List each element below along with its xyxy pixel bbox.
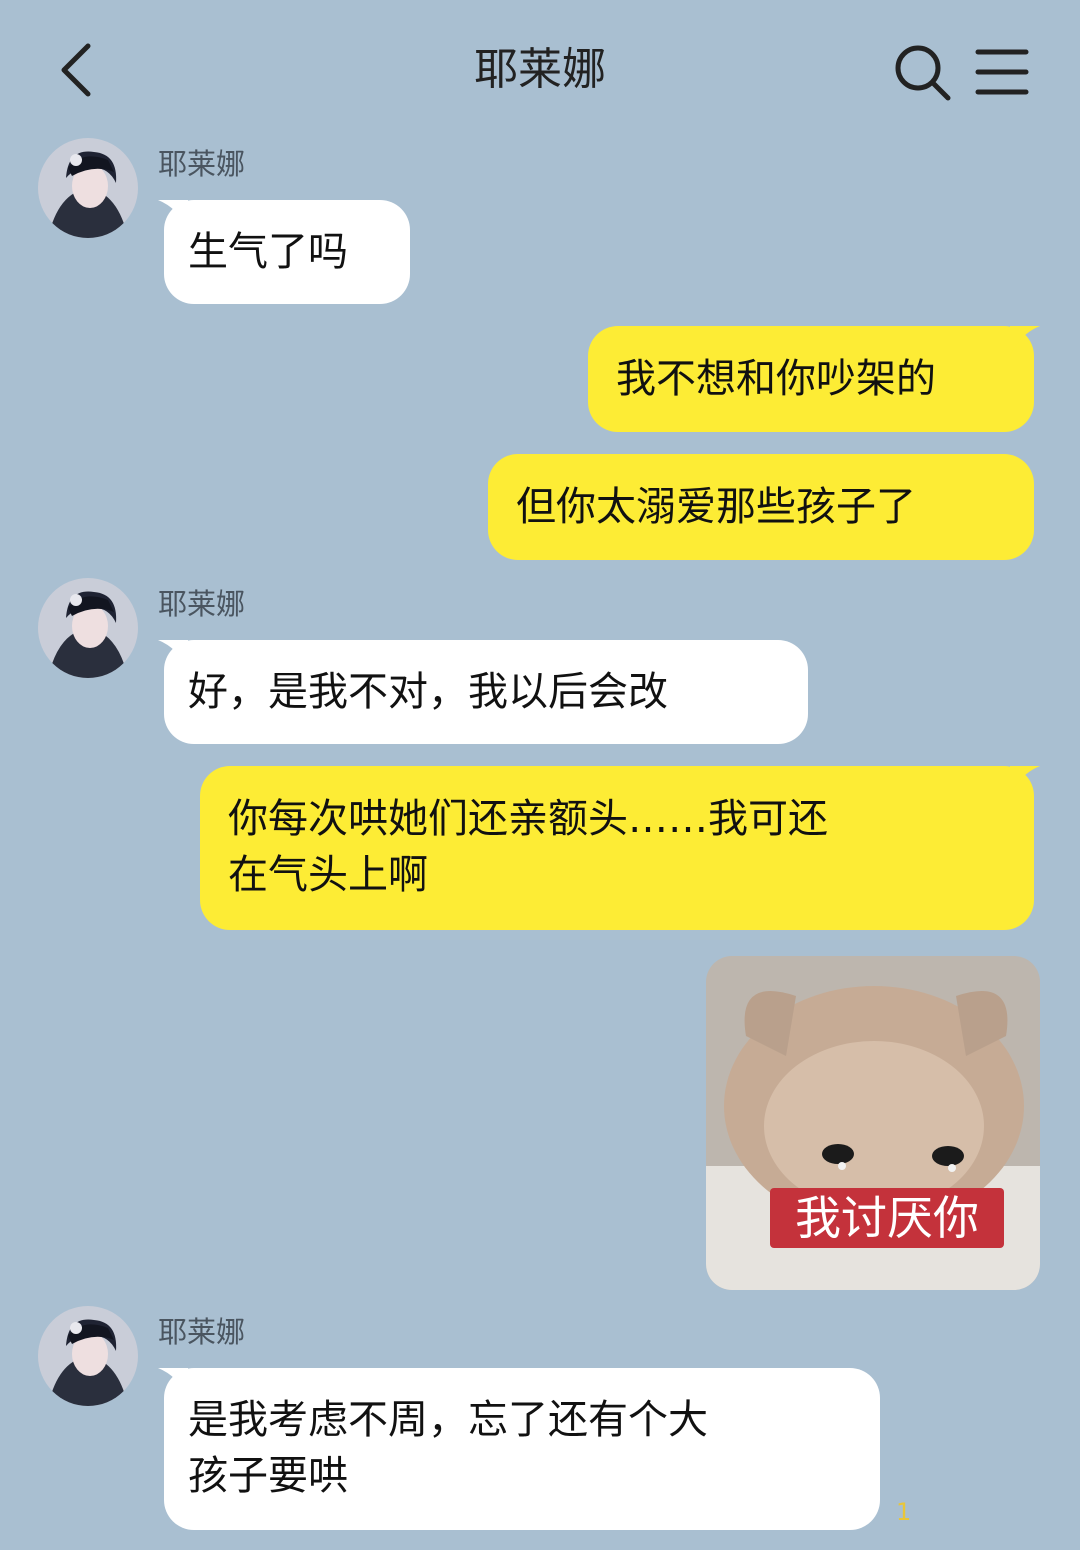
bubble-tail — [158, 640, 188, 670]
menu-icon — [975, 49, 1029, 95]
sender-name: 耶莱娜 — [158, 587, 246, 621]
message-bubble-incoming[interactable]: 生气了吗 — [158, 200, 410, 304]
bubble-tail — [1010, 326, 1040, 356]
bubble-tail — [158, 1368, 188, 1398]
sticker-image[interactable]: 我讨厌你 — [706, 956, 1040, 1290]
message-bubble-outgoing[interactable]: 但你太溺爱那些孩子了 — [488, 454, 1034, 560]
message-text: 但你太溺爱那些孩子了 — [516, 484, 916, 530]
bubble-tail — [158, 200, 188, 230]
message-bubble-incoming[interactable]: 是我考虑不周，忘了还有个大 孩子要哄 — [158, 1368, 880, 1530]
message-text-line: 孩子要哄 — [188, 1453, 348, 1499]
bubble-tail — [1010, 766, 1040, 796]
unread-count-badge: 1 — [896, 1498, 912, 1526]
contact-avatar[interactable] — [38, 1306, 138, 1406]
message-bubble-outgoing[interactable]: 我不想和你吵架的 — [588, 326, 1040, 432]
sticker-caption: 我讨厌你 — [770, 1188, 1004, 1248]
message-text-line: 在气头上啊 — [228, 852, 428, 898]
message-text: 我不想和你吵架的 — [616, 356, 936, 402]
message-text: 好，是我不对，我以后会改 — [188, 669, 668, 715]
contact-avatar[interactable] — [38, 138, 138, 238]
message-text-line: 你每次哄她们还亲额头……我可还 — [228, 796, 828, 842]
message-bubble-incoming[interactable]: 好，是我不对，我以后会改 — [158, 640, 808, 744]
message-bubble-outgoing[interactable]: 你每次哄她们还亲额头……我可还 在气头上啊 — [200, 766, 1040, 930]
search-icon — [895, 45, 951, 101]
sender-name: 耶莱娜 — [158, 147, 246, 181]
menu-button[interactable] — [970, 40, 1034, 104]
message-text-line: 是我考虑不周，忘了还有个大 — [188, 1397, 708, 1443]
contact-avatar[interactable] — [38, 578, 138, 678]
search-button[interactable] — [890, 40, 954, 104]
message-text: 生气了吗 — [188, 229, 348, 275]
sender-name: 耶莱娜 — [158, 1315, 246, 1349]
chat-header: 耶莱娜 — [0, 0, 1080, 140]
